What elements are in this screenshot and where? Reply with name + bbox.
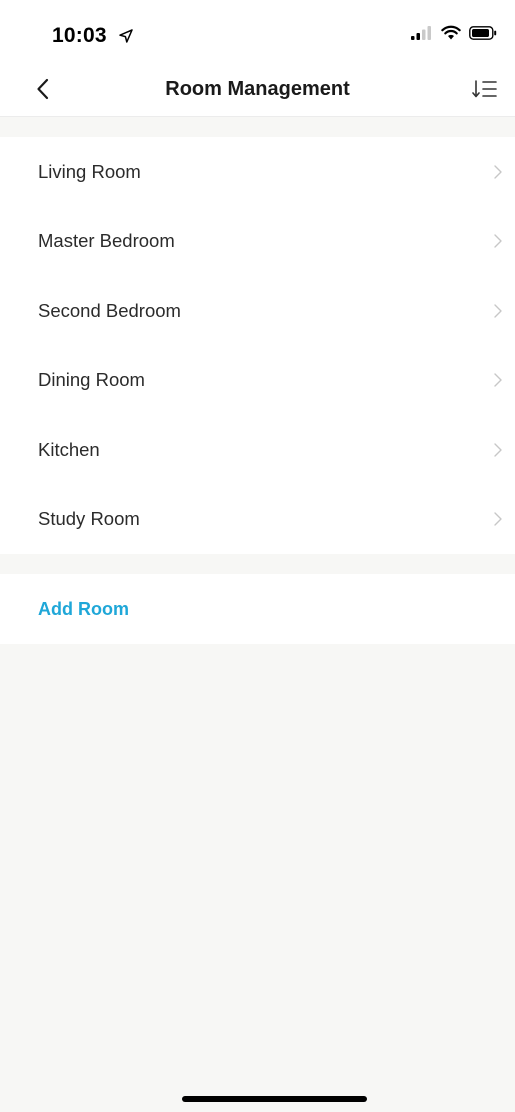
room-label: Dining Room	[38, 369, 145, 391]
status-time-text: 10:03	[52, 24, 107, 47]
page-title: Room Management	[165, 78, 350, 100]
chevron-right-icon	[489, 163, 507, 181]
room-item-second-bedroom[interactable]: Second Bedroom	[0, 276, 515, 346]
chevron-right-icon	[489, 232, 507, 250]
room-item-living-room[interactable]: Living Room	[0, 137, 515, 207]
room-label: Second Bedroom	[38, 299, 181, 321]
room-list: Living Room Master Bedroom Second Bedroo…	[0, 137, 515, 554]
status-bar: 10:03	[0, 0, 515, 70]
chevron-right-icon	[489, 371, 507, 389]
room-item-dining-room[interactable]: Dining Room	[0, 346, 515, 416]
add-room-button[interactable]: Add Room	[38, 599, 129, 620]
battery-icon	[469, 25, 497, 45]
add-room-section: Add Room	[0, 574, 515, 644]
sort-button[interactable]	[469, 76, 501, 106]
room-label: Living Room	[38, 160, 141, 182]
room-label: Kitchen	[38, 438, 100, 460]
wifi-icon	[441, 25, 461, 45]
chevron-right-icon	[489, 302, 507, 320]
room-item-master-bedroom[interactable]: Master Bedroom	[0, 207, 515, 277]
cellular-signal-icon	[411, 25, 433, 45]
room-management-screen: 10:03 Room Management Living Room Master…	[0, 0, 515, 1112]
home-indicator	[182, 1096, 367, 1102]
chevron-right-icon	[489, 510, 507, 528]
room-item-study-room[interactable]: Study Room	[0, 485, 515, 555]
location-arrow-icon	[119, 25, 133, 49]
header-area: 10:03 Room Management	[0, 0, 515, 117]
room-label: Master Bedroom	[38, 230, 175, 252]
room-label: Study Room	[38, 508, 140, 530]
sort-list-icon	[472, 78, 498, 105]
room-item-kitchen[interactable]: Kitchen	[0, 415, 515, 485]
status-icons	[411, 25, 497, 45]
status-time: 10:03	[52, 24, 133, 49]
chevron-right-icon	[489, 441, 507, 459]
navigation-bar: Room Management	[0, 70, 515, 114]
